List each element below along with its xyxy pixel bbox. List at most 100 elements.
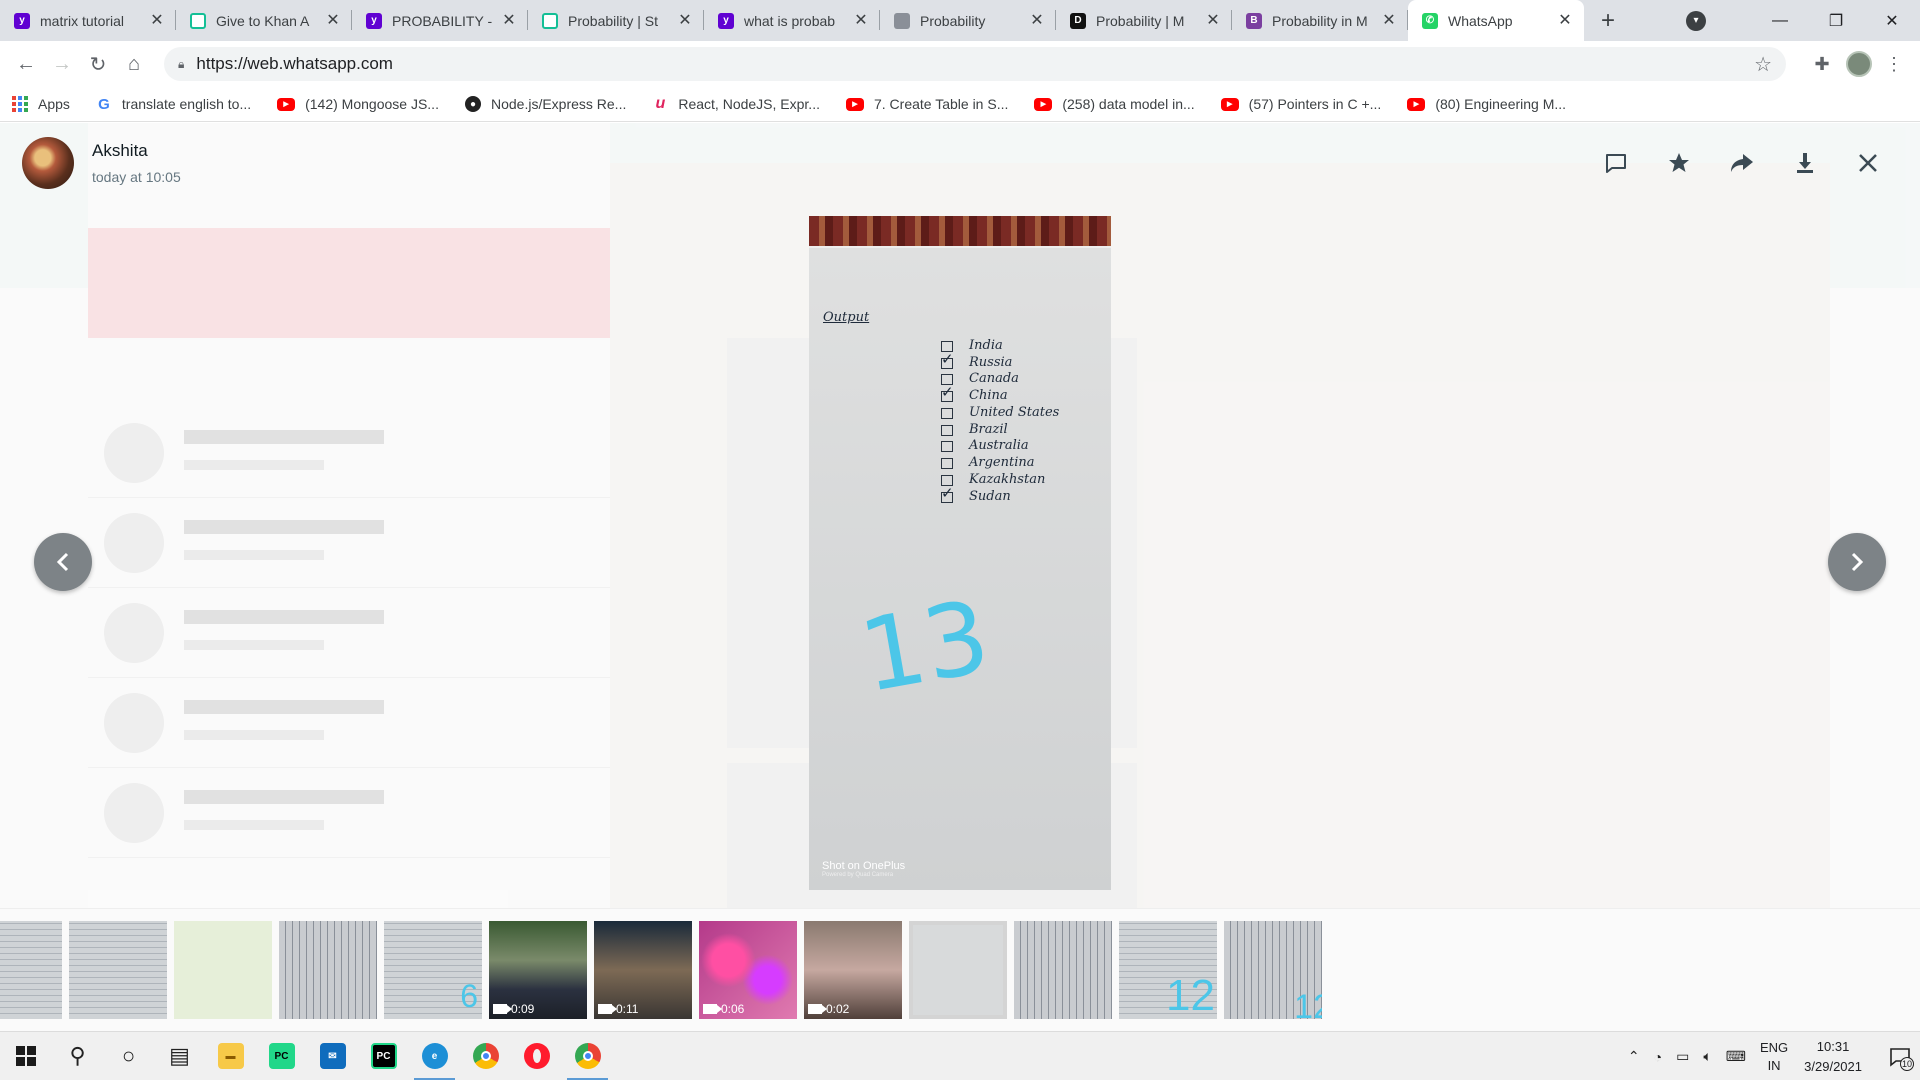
close-tab-icon[interactable]: ✕ (324, 12, 342, 30)
volume-icon[interactable]: 🔈︎ (1703, 1048, 1711, 1065)
bookmark-translate[interactable]: Gtranslate english to... (96, 96, 251, 113)
close-tab-icon[interactable]: ✕ (676, 12, 694, 30)
minimize-button[interactable]: — (1752, 0, 1808, 41)
mail-icon[interactable]: ✉ (307, 1032, 358, 1080)
close-tab-icon[interactable]: ✕ (1380, 12, 1398, 30)
video-camera-icon (493, 1004, 512, 1014)
language-indicator[interactable]: ENG IN (1760, 1039, 1788, 1075)
output-heading: Output (823, 310, 870, 325)
tab-probability-m[interactable]: D Probability | M ✕ (1056, 0, 1232, 41)
chrome-icon[interactable] (460, 1032, 511, 1080)
fabric-background (809, 216, 1111, 250)
bookmark-mongoose[interactable]: ▶ (142) Mongoose JS... (277, 96, 439, 112)
wifi-icon[interactable]: ◔ (1654, 1049, 1662, 1065)
chevron-up-icon[interactable]: ⌃ (1628, 1048, 1640, 1065)
menu-icon[interactable]: ⋮ (1878, 48, 1910, 80)
bookmark-data-model[interactable]: ▶ (258) data model in... (1034, 96, 1195, 112)
tab-whatsapp[interactable]: ✆ WhatsApp ✕ (1408, 0, 1584, 41)
avatar[interactable] (22, 137, 74, 189)
bookmark-engineering[interactable]: ▶ (80) Engineering M... (1407, 96, 1566, 112)
bookmark-node-express[interactable]: ● Node.js/Express Re... (464, 96, 626, 112)
close-tab-icon[interactable]: ✕ (500, 12, 518, 30)
close-viewer-button[interactable] (1846, 141, 1890, 185)
close-icon (1859, 154, 1877, 172)
start-button[interactable] (0, 1032, 52, 1080)
media-thumbnail[interactable] (69, 921, 167, 1019)
video-thumbnail[interactable]: 0:02 (804, 921, 902, 1019)
bookmarks-bar: Apps Gtranslate english to... ▶ (142) Mon… (0, 87, 1920, 122)
action-center-button[interactable]: 10 (1880, 1032, 1920, 1080)
search-icon[interactable]: ⚲ (52, 1032, 103, 1080)
video-thumbnail[interactable]: 0:11 (594, 921, 692, 1019)
video-duration: 0:02 (808, 1002, 849, 1016)
previous-media-button[interactable] (34, 533, 92, 591)
chrome-profile-icon[interactable] (562, 1032, 613, 1080)
extensions-icon[interactable]: ✚ (1806, 48, 1838, 80)
close-tab-icon[interactable]: ✕ (852, 12, 870, 30)
close-tab-icon[interactable]: ✕ (148, 12, 166, 30)
back-button[interactable]: ← (10, 48, 42, 80)
address-bar[interactable]: 🔒︎ https://web.whatsapp.com ☆ (164, 47, 1786, 81)
bookmark-star-icon[interactable]: ☆ (1754, 52, 1772, 77)
tab-probability[interactable]: Probability ✕ (880, 0, 1056, 41)
star-button[interactable] (1657, 141, 1701, 185)
tab-matrix-tutorial[interactable]: y matrix tutorial ✕ (0, 0, 176, 41)
pycharm-icon[interactable]: PC (358, 1032, 409, 1080)
media-thumbnail[interactable] (0, 921, 62, 1019)
media-thumbnail[interactable] (1014, 921, 1112, 1019)
country-label: Sudan (969, 489, 1011, 504)
edge-icon[interactable]: e (409, 1032, 460, 1080)
tab-search-icon[interactable]: ▾ (1686, 10, 1706, 31)
restore-button[interactable]: ❐ (1808, 0, 1864, 41)
tab-khan-give[interactable]: Give to Khan A ✕ (176, 0, 352, 41)
tab-what-is-probability[interactable]: y what is probab ✕ (704, 0, 880, 41)
pycharm-edu-icon[interactable]: PC (256, 1032, 307, 1080)
home-button[interactable]: ⌂ (118, 48, 150, 80)
video-thumbnail[interactable]: 0:06 (699, 921, 797, 1019)
forward-button[interactable] (1720, 141, 1764, 185)
keyboard-icon[interactable]: ⌨ (1726, 1048, 1746, 1065)
country-label: China (969, 388, 1008, 403)
close-tab-icon[interactable]: ✕ (1028, 12, 1046, 30)
bookmark-react-node[interactable]: u React, NodeJS, Expr... (652, 95, 820, 112)
close-tab-icon[interactable]: ✕ (1204, 12, 1222, 30)
url-text[interactable]: https://web.whatsapp.com (196, 54, 1754, 74)
score-mark: 12 (1166, 971, 1215, 1019)
media-thumbnail[interactable]: 12 (1119, 921, 1217, 1019)
video-thumbnail[interactable]: 0:09 (489, 921, 587, 1019)
task-view-icon[interactable]: ▤ (154, 1032, 205, 1080)
file-explorer-icon[interactable]: ▬ (205, 1032, 256, 1080)
lock-icon[interactable]: 🔒︎ (178, 57, 184, 72)
media-thumbnail-selected[interactable] (909, 921, 1007, 1019)
bookmark-pointers[interactable]: ▶ (57) Pointers in C +... (1220, 96, 1381, 112)
tab-probability-in-m[interactable]: B Probability in M ✕ (1232, 0, 1408, 41)
reply-button[interactable] (1594, 141, 1638, 185)
close-window-button[interactable]: ✕ (1864, 0, 1920, 41)
media-thumbnail[interactable] (174, 921, 272, 1019)
close-tab-icon[interactable]: ✕ (1556, 12, 1574, 30)
country-label: Brazil (969, 422, 1008, 437)
opera-icon[interactable] (511, 1032, 562, 1080)
country-label: United States (969, 405, 1060, 420)
bookmark-create-table[interactable]: ▶ 7. Create Table in S... (845, 96, 1008, 112)
bookmark-apps[interactable]: Apps (12, 96, 70, 112)
download-button[interactable] (1783, 141, 1827, 185)
reload-button[interactable]: ↻ (82, 48, 114, 80)
udemy-icon: u (655, 95, 666, 112)
forward-button[interactable]: → (46, 48, 78, 80)
profile-avatar[interactable] (1846, 51, 1872, 77)
media-thumbnail[interactable]: 12 (1224, 921, 1322, 1019)
media-thumbnail[interactable] (279, 921, 377, 1019)
new-tab-button[interactable]: + (1590, 0, 1626, 41)
clock[interactable]: 10:31 3/29/2021 (1804, 1037, 1862, 1077)
tab-probability-yahoo[interactable]: y PROBABILITY - ✕ (352, 0, 528, 41)
yahoo-icon: y (14, 12, 30, 29)
media-thumbnail[interactable]: 6 (384, 921, 482, 1019)
tab-probability-khan[interactable]: Probability | St ✕ (528, 0, 704, 41)
next-media-button[interactable] (1828, 533, 1886, 591)
main-media-image[interactable]: Output India Russia Canada China United … (809, 216, 1111, 890)
khan-academy-icon (542, 12, 558, 29)
battery-icon[interactable]: ▭ (1676, 1048, 1689, 1065)
cortana-icon[interactable]: ○ (103, 1032, 154, 1080)
tab-strip: y matrix tutorial ✕ Give to Khan A ✕ y PROBA… (0, 0, 1920, 41)
